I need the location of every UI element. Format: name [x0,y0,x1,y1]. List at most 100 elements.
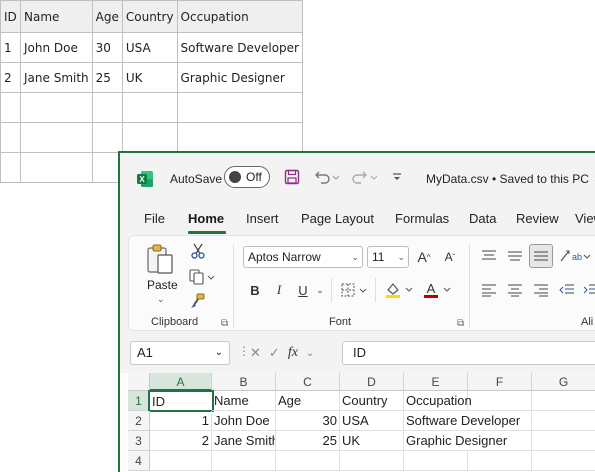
cell-b4[interactable] [212,451,276,471]
chevron-down-icon: ⌄ [397,252,405,262]
column-header-a[interactable]: A [150,373,212,391]
tab-insert[interactable]: Insert [246,211,279,226]
cell-c1[interactable]: Age [276,391,340,411]
file-title[interactable]: MyData.csv • Saved to this PC ⌄ [426,172,595,186]
cell-a4[interactable] [150,451,212,471]
name-box[interactable]: A1 ⌄ [130,341,230,365]
align-center-icon[interactable] [505,280,525,300]
row-header-2[interactable]: 2 [128,411,150,431]
select-all-corner[interactable] [128,373,150,391]
cell-g2[interactable] [532,411,595,431]
insert-function-icon[interactable]: fx [288,345,298,361]
tab-view[interactable]: View [575,211,595,226]
cell-g3[interactable] [532,431,595,451]
align-right-icon[interactable] [531,280,551,300]
format-painter-icon[interactable] [189,292,207,310]
middle-align-icon[interactable] [505,246,525,266]
inline-separator [375,278,376,302]
paste-dropdown-icon[interactable]: ⌄ [157,294,165,305]
increase-font-icon[interactable]: A ^ [413,246,435,268]
table-cell: UK [121,62,178,93]
column-header-f[interactable]: F [468,373,532,391]
column-header-d[interactable]: D [340,373,404,391]
font-color-icon[interactable]: A [421,280,455,300]
enter-icon[interactable]: ✓ [269,345,280,361]
cell-b1[interactable]: Name [212,391,276,411]
orientation-icon[interactable]: ab [557,246,593,266]
inline-separator [331,278,332,302]
font-name-combo[interactable]: Aptos Narrow ⌄ [243,246,363,268]
redo-icon[interactable] [348,166,380,188]
cell-e3[interactable]: Graphic Designer [404,431,532,451]
font-size-combo[interactable]: 11 ⌄ [367,246,409,268]
row-header-4[interactable]: 4 [128,451,150,471]
cell-f1[interactable] [468,391,532,411]
title-bar: X AutoSave Off MyData.csv • Saved to thi… [120,153,595,203]
cell-d2[interactable]: USA [340,411,404,431]
row-header-3[interactable]: 3 [128,431,150,451]
header-cell: Age [91,0,123,33]
autosave-toggle[interactable]: Off [224,166,270,188]
font-launcher-icon[interactable]: ⧉ [457,318,464,329]
paste-icon[interactable] [143,242,177,276]
clipboard-group-label: Clipboard [151,316,199,328]
underline-dropdown-icon[interactable]: ⌄ [315,282,325,298]
cell-c4[interactable] [276,451,340,471]
paste-label[interactable]: Paste [147,278,178,292]
cut-icon[interactable] [189,242,207,260]
copy-icon[interactable] [187,268,217,286]
tab-data[interactable]: Data [469,211,496,226]
column-header-e[interactable]: E [404,373,468,391]
cell-f4[interactable] [468,451,532,471]
italic-button[interactable]: I [269,280,289,300]
column-header-c[interactable]: C [276,373,340,391]
cell-c2[interactable]: 30 [276,411,340,431]
cell-e1[interactable]: Occupation [404,391,472,411]
header-cell: Name [20,0,93,33]
save-icon[interactable] [282,166,302,188]
cell-b2[interactable]: John Doe [212,411,276,431]
tab-page-layout[interactable]: Page Layout [301,211,374,226]
decrease-font-icon[interactable]: Aˇ [439,246,461,268]
borders-icon[interactable] [339,280,373,300]
column-header-b[interactable]: B [212,373,276,391]
formula-input[interactable]: ID [342,341,595,365]
cell-a1[interactable]: ID [148,390,214,412]
cell-a3[interactable]: 2 [150,431,212,451]
top-align-icon[interactable] [479,246,499,266]
font-name-value: Aptos Narrow [248,250,321,264]
more-options-icon[interactable]: ⋮ [238,344,250,358]
undo-icon[interactable] [310,166,342,188]
align-left-icon[interactable] [479,280,499,300]
cell-g4[interactable] [532,451,595,471]
table-cell: Software Developer [176,32,303,63]
tab-review[interactable]: Review [516,211,559,226]
cell-d4[interactable] [340,451,404,471]
clipboard-launcher-icon[interactable]: ⧉ [221,318,228,329]
cell-b3[interactable]: Jane Smith [212,431,276,451]
cell-e2[interactable]: Software Developer [404,411,532,431]
cell-e4[interactable] [404,451,468,471]
chevron-down-icon[interactable]: ⌄ [306,348,314,359]
column-header-g[interactable]: G [532,373,595,391]
tab-formulas[interactable]: Formulas [395,211,449,226]
increase-indent-icon[interactable] [581,280,595,300]
tab-home[interactable]: Home [188,211,224,226]
table-cell: USA [121,32,178,63]
cell-d1[interactable]: Country [340,391,404,411]
cell-d3[interactable]: UK [340,431,404,451]
cell-a2[interactable]: 1 [150,411,212,431]
cancel-icon[interactable]: ✕ [250,345,261,361]
cell-c3[interactable]: 25 [276,431,340,451]
row-header-1[interactable]: 1 [128,391,150,411]
bold-button[interactable]: B [245,280,265,300]
fill-color-icon[interactable] [383,280,417,300]
tab-file[interactable]: File [144,211,165,226]
decrease-indent-icon[interactable] [557,280,577,300]
group-separator [233,244,234,328]
customize-toolbar-icon[interactable] [388,166,406,188]
bottom-align-icon[interactable] [529,244,553,268]
formula-bar: A1 ⌄ ⋮ ✕ ✓ fx ⌄ ID [120,339,595,367]
cell-g1[interactable] [532,391,595,411]
underline-button[interactable]: U [293,280,313,300]
